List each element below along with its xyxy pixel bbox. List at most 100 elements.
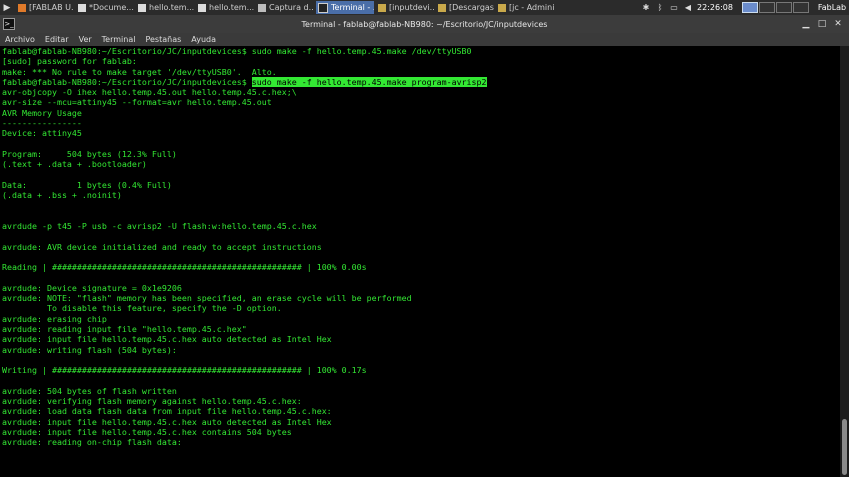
terminal-line: avrdude: input file hello.temp.45.c.hex … [0,334,840,344]
terminal-line-text: (.data + .bss + .noinit) [2,190,122,201]
terminal-line-text: (.text + .data + .bootloader) [2,159,147,170]
terminal-line: avr-size --mcu=attiny45 --format=avr hel… [0,97,840,107]
terminal-launcher-icon[interactable]: ▶ [0,0,14,15]
terminal-line: Writing | ##############################… [0,365,840,375]
workspace-2[interactable] [759,2,775,13]
taskbar: ▶ [FABLAB U... *Docume... hello.tem... hell… [0,0,849,15]
taskbar-task[interactable]: *Docume... [76,1,134,14]
terminal-line: ---------------- [0,118,840,128]
text-editor-icon [198,3,206,12]
menu-pestanas[interactable]: Pestañas [140,35,186,44]
taskbar-task[interactable]: [Descargas... [436,1,494,14]
taskbar-task-label: Terminal - ... [331,3,374,12]
terminal-line-text: fablab@fablab-NB980:~/Escritorio/JC/inpu… [2,76,252,87]
menu-terminal[interactable]: Terminal [97,35,141,44]
terminal-line: avrdude: 504 bytes of flash written [0,386,840,396]
terminal-line: Reading | ##############################… [0,262,840,272]
terminal-line-text: Data: 1 bytes (0.4% Full) [2,179,172,190]
terminal-line: Device: attiny45 [0,128,840,138]
taskbar-task[interactable]: [FABLAB U... [16,1,74,14]
terminal-line: avrdude: input file hello.temp.45.c.hex … [0,417,840,427]
taskbar-task-label: hello.tem... [209,3,254,12]
taskbar-task-label: *Docume... [89,3,134,12]
volume-icon[interactable]: ◀ [681,3,695,12]
terminal-line-text: AVR Memory Usage [2,107,82,118]
terminal-line: (.text + .data + .bootloader) [0,159,840,169]
terminal-line-text: avrdude: verifying flash memory against … [2,396,302,407]
terminal-line: avrdude: load data flash data from input… [0,406,840,416]
menu-ver[interactable]: Ver [74,35,97,44]
taskbar-task[interactable]: Captura d... [256,1,314,14]
taskbar-task[interactable]: hello.tem... [196,1,254,14]
terminal-line-text: avrdude: erasing chip [2,313,107,324]
taskbar-task[interactable]: [inputdevi... [376,1,434,14]
taskbar-task-label: [Descargas... [449,3,494,12]
terminal-output[interactable]: fablab@fablab-NB980:~/Escritorio/JC/inpu… [0,46,840,477]
highlighted-command: sudo make -f hello.temp.45.make program-… [251,76,487,87]
minimize-icon[interactable]: ▁ [799,18,813,30]
terminal-line: [sudo] password for fablab: [0,56,840,66]
terminal-line: avrdude: Device signature = 0x1e9206 [0,283,840,293]
terminal-icon[interactable]: >_ [3,18,15,30]
terminal-line-text: avrdude: input file hello.temp.45.c.hex … [2,334,332,345]
terminal-line-text: [sudo] password for fablab: [2,56,137,67]
taskbar-task[interactable]: [jc - Admini... [496,1,554,14]
taskbar-task-label: [FABLAB U... [29,3,74,12]
user-menu[interactable]: FabLab [815,3,849,12]
taskbar-task[interactable]: Terminal - ... [316,1,374,14]
terminal-line: Data: 1 bytes (0.4% Full) [0,180,840,190]
window-titlebar[interactable]: >_ Terminal - fablab@fablab-NB980: ~/Esc… [0,15,849,33]
clock[interactable]: 22:26:08 [695,3,735,12]
terminal-line-text: Program: 504 bytes (12.3% Full) [2,148,177,159]
system-tray: ✱ ᛒ ▭ ◀ 22:26:08 FabLab [639,0,849,15]
menu-archivo[interactable]: Archivo [0,35,40,44]
terminal-line: fablab@fablab-NB980:~/Escritorio/JC/inpu… [0,46,840,56]
close-icon[interactable]: ✕ [831,18,845,30]
folder-icon [498,3,506,12]
scrollbar-thumb[interactable] [842,419,847,475]
firefox-icon [18,3,26,12]
workspace-3[interactable] [776,2,792,13]
terminal-line-text: Reading | ##############################… [2,262,367,273]
terminal-line: avrdude: reading on-chip flash data: [0,437,840,447]
workspace-1[interactable] [742,2,758,13]
battery-icon[interactable]: ▭ [667,3,681,12]
terminal-line: To disable this feature, specify the -D … [0,303,840,313]
terminal-line: avrdude: reading input file "hello.temp.… [0,324,840,334]
terminal-line: Program: 504 bytes (12.3% Full) [0,149,840,159]
scrollbar[interactable] [840,46,849,477]
terminal-line-text: avrdude -p t45 -P usb -c avrisp2 -U flas… [2,221,317,232]
taskbar-task[interactable]: hello.tem... [136,1,194,14]
taskbar-task-label: hello.tem... [149,3,194,12]
taskbar-task-label: [inputdevi... [389,3,434,12]
text-editor-icon [78,3,86,12]
terminal-line: avr-objcopy -O ihex hello.temp.45.out he… [0,87,840,97]
terminal-line: avrdude: input file hello.temp.45.c.hex … [0,427,840,437]
terminal-line-text: avrdude: NOTE: "flash" memory has been s… [2,293,412,304]
menu-ayuda[interactable]: Ayuda [186,35,221,44]
terminal-line: avrdude: erasing chip [0,314,840,324]
terminal-line-text: make: *** No rule to make target '/dev/t… [2,66,277,77]
folder-icon [438,3,446,12]
workspace-pager[interactable] [741,2,809,13]
terminal-line-text: avrdude: Device signature = 0x1e9206 [2,282,182,293]
menu-editar[interactable]: Editar [40,35,74,44]
bluetooth-icon[interactable]: ᛒ [653,3,667,12]
terminal-line: avrdude: AVR device initialized and read… [0,242,840,252]
workspace-4[interactable] [793,2,809,13]
taskbar-task-label: Captura d... [269,3,314,12]
terminal-line-text: fablab@fablab-NB980:~/Escritorio/JC/inpu… [2,46,472,56]
maximize-icon[interactable]: □ [815,18,829,30]
terminal-line: avrdude: NOTE: "flash" memory has been s… [0,293,840,303]
text-editor-icon [138,3,146,12]
wifi-icon[interactable]: ✱ [639,3,653,12]
screenshot-icon [258,3,266,12]
task-list: [FABLAB U... *Docume... hello.tem... hello.… [14,1,554,14]
